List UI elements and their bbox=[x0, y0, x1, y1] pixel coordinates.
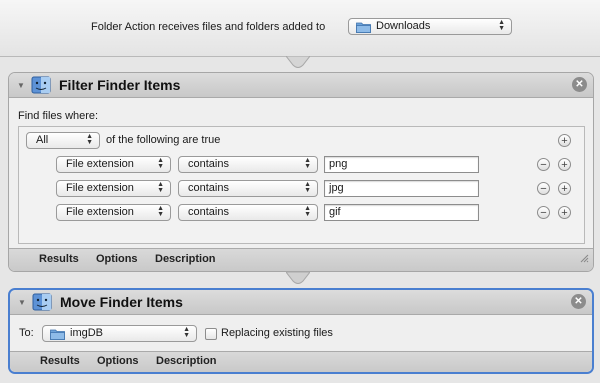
folder-icon bbox=[356, 21, 371, 38]
filter-action-title: Filter Finder Items bbox=[59, 77, 181, 93]
folder-popup-value: Downloads bbox=[376, 20, 431, 32]
remove-rule-button[interactable]: − bbox=[537, 206, 550, 219]
add-rule-button[interactable]: + bbox=[558, 182, 571, 195]
rule-operator-value: contains bbox=[188, 206, 229, 218]
disclosure-triangle-icon[interactable]: ▼ bbox=[18, 298, 26, 307]
rule-operator-popup[interactable]: contains ▲ ▼ bbox=[178, 180, 318, 197]
disclosure-triangle-icon[interactable]: ▼ bbox=[17, 81, 25, 90]
close-icon[interactable]: ✕ bbox=[571, 294, 586, 309]
to-label: To: bbox=[19, 327, 34, 339]
rule-value-field[interactable]: png bbox=[324, 156, 479, 173]
description-tab[interactable]: Description bbox=[155, 253, 216, 265]
rule-attribute-value: File extension bbox=[66, 206, 134, 218]
rule-attribute-value: File extension bbox=[66, 158, 134, 170]
rule-attribute-popup[interactable]: File extension ▲ ▼ bbox=[56, 204, 171, 221]
options-tab[interactable]: Options bbox=[97, 355, 139, 367]
move-action-header[interactable]: ▼ Move Finder Items ✕ bbox=[10, 290, 592, 315]
move-finder-items-action: ▼ Move Finder Items ✕ To: imgDB ▲ ▼ Repla… bbox=[8, 288, 594, 374]
add-rule-button[interactable]: + bbox=[558, 206, 571, 219]
popup-arrows-icon: ▲ ▼ bbox=[304, 205, 311, 218]
match-mode-value: All bbox=[36, 134, 49, 146]
folder-popup[interactable]: Downloads ▲ ▼ bbox=[348, 18, 512, 35]
popup-arrows-icon: ▲ ▼ bbox=[304, 181, 311, 194]
workflow-connector bbox=[286, 56, 310, 68]
popup-arrows-icon: ▲ ▼ bbox=[157, 181, 164, 194]
rule-attribute-value: File extension bbox=[66, 182, 134, 194]
filter-action-header[interactable]: ▼ Filter Finder Items ✕ bbox=[9, 73, 593, 98]
remove-rule-button[interactable]: − bbox=[537, 158, 550, 171]
workflow-receives-label: Folder Action receives files and folders… bbox=[91, 21, 326, 33]
resize-grip-icon[interactable] bbox=[579, 253, 589, 267]
rule-operator-popup[interactable]: contains ▲ ▼ bbox=[178, 204, 318, 221]
filter-action-footer: Results Options Description bbox=[9, 248, 593, 271]
rule-operator-value: contains bbox=[188, 182, 229, 194]
replacing-label: Replacing existing files bbox=[221, 327, 333, 339]
popup-arrows-icon: ▲ ▼ bbox=[183, 326, 190, 339]
finder-icon bbox=[31, 76, 51, 97]
rule-attribute-popup[interactable]: File extension ▲ ▼ bbox=[56, 156, 171, 173]
filter-criteria-area: All ▲ ▼ of the following are true + File … bbox=[18, 126, 585, 244]
results-tab[interactable]: Results bbox=[40, 355, 80, 367]
rule-operator-value: contains bbox=[188, 158, 229, 170]
match-suffix-label: of the following are true bbox=[106, 134, 221, 146]
remove-rule-button[interactable]: − bbox=[537, 182, 550, 195]
replacing-checkbox[interactable] bbox=[205, 328, 217, 340]
rule-operator-popup[interactable]: contains ▲ ▼ bbox=[178, 156, 318, 173]
rule-value-field[interactable]: jpg bbox=[324, 180, 479, 197]
popup-arrows-icon: ▲ ▼ bbox=[86, 133, 93, 146]
folder-icon bbox=[50, 328, 65, 345]
options-tab[interactable]: Options bbox=[96, 253, 138, 265]
destination-popup[interactable]: imgDB ▲ ▼ bbox=[42, 325, 197, 342]
move-action-title: Move Finder Items bbox=[60, 294, 183, 310]
finder-icon bbox=[32, 293, 52, 314]
add-criterion-button[interactable]: + bbox=[558, 134, 571, 147]
match-mode-popup[interactable]: All ▲ ▼ bbox=[26, 132, 100, 149]
popup-arrows-icon: ▲ ▼ bbox=[157, 205, 164, 218]
close-icon[interactable]: ✕ bbox=[572, 77, 587, 92]
rule-attribute-popup[interactable]: File extension ▲ ▼ bbox=[56, 180, 171, 197]
popup-arrows-icon: ▲ ▼ bbox=[498, 19, 505, 32]
results-tab[interactable]: Results bbox=[39, 253, 79, 265]
find-files-label: Find files where: bbox=[18, 110, 99, 122]
move-action-footer: Results Options Description bbox=[10, 351, 592, 372]
popup-arrows-icon: ▲ ▼ bbox=[304, 157, 311, 170]
workflow-input-bar: Folder Action receives files and folders… bbox=[0, 0, 600, 57]
popup-arrows-icon: ▲ ▼ bbox=[157, 157, 164, 170]
description-tab[interactable]: Description bbox=[156, 355, 217, 367]
destination-value: imgDB bbox=[70, 327, 104, 339]
rule-value-field[interactable]: gif bbox=[324, 204, 479, 221]
add-rule-button[interactable]: + bbox=[558, 158, 571, 171]
action-connector bbox=[286, 272, 310, 284]
filter-finder-items-action: ▼ Filter Finder Items ✕ Find files where… bbox=[8, 72, 594, 272]
